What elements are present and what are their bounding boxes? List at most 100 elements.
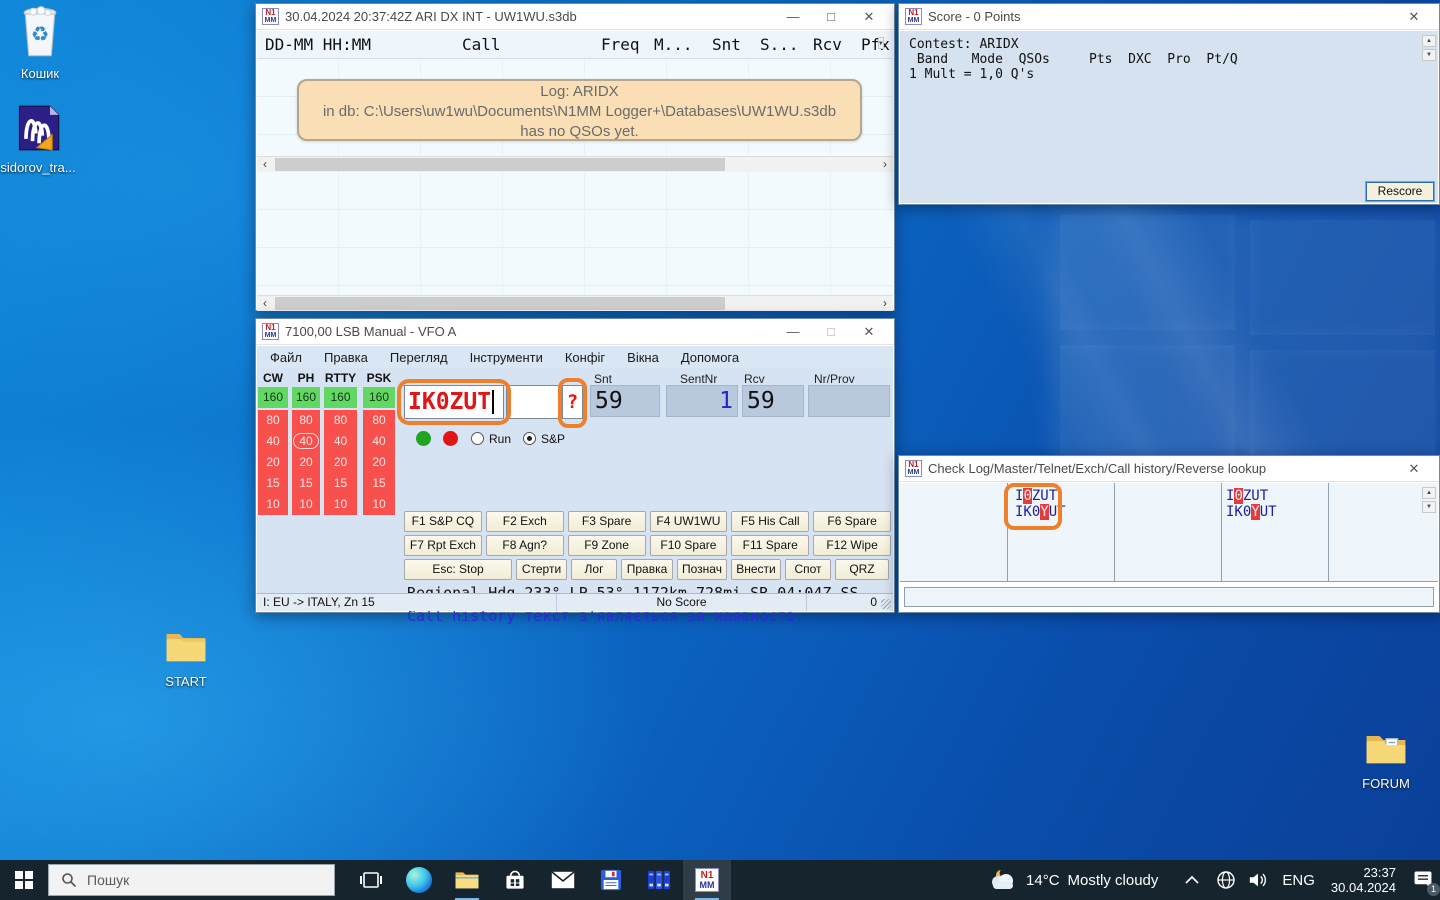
column-header[interactable]: Call [462,35,501,54]
desktop-icon-forum-folder[interactable]: FORUM [1348,730,1424,791]
save-app-button[interactable] [587,860,635,900]
scroll-down-icon[interactable]: ▼ [1422,501,1436,513]
notification-center-button[interactable]: 1 [1406,860,1440,900]
f12-button[interactable]: F12 Wipe [813,535,891,556]
sp-radio[interactable] [523,432,536,445]
f5-button[interactable]: F5 His Call [731,511,809,532]
f8-button[interactable]: F8 Agn? [486,535,564,556]
f2-button[interactable]: F2 Exch [486,511,564,532]
band-button[interactable]: 15 [363,473,395,494]
clock[interactable]: 23:37 30.04.2024 [1331,865,1396,895]
band-button[interactable]: 20 [324,452,357,473]
wipe-button[interactable]: Стерти [516,559,567,580]
file-explorer-button[interactable] [443,860,491,900]
resize-grip[interactable] [881,599,891,609]
close-button[interactable]: ✕ [1395,461,1433,477]
run-radio[interactable] [471,432,484,445]
band-button[interactable]: 80 [324,410,357,431]
nrprov-field[interactable] [808,385,890,417]
horizontal-scrollbar[interactable]: ‹ › [257,295,893,311]
f7-button[interactable]: F7 Rpt Exch [404,535,482,556]
band-button[interactable]: 20 [258,452,288,473]
band-button[interactable]: 10 [258,494,288,515]
scroll-down-icon[interactable]: ▼ [1422,49,1436,61]
callsign-input[interactable]: IK0ZUT [404,385,504,419]
band-button[interactable]: 40 [258,431,288,452]
network-globe-icon[interactable] [1216,870,1236,890]
wildcard-button[interactable]: ? [562,385,583,419]
menu-file[interactable]: Файл [270,350,302,365]
check-call-suggestion[interactable]: I0ZUTIK0YUT [1015,488,1066,520]
desktop-icon-sidorov-file[interactable]: sidorov_tra... [0,104,76,175]
f6-button[interactable]: F6 Spare [813,511,891,532]
search-input[interactable]: Пошук [48,864,335,896]
scrollbar-thumb[interactable] [275,297,725,310]
edge-browser-button[interactable] [395,860,443,900]
band-button-selected[interactable]: 40 [292,431,320,452]
qrz-button[interactable]: QRZ [835,559,889,580]
menu-tools[interactable]: Інструменти [470,350,543,365]
rcv-field[interactable]: 59 [742,385,804,417]
column-header[interactable]: Rcv [813,35,842,54]
sentnr-field[interactable]: 1 [666,385,738,417]
check-call-suggestion[interactable]: I0ZUTIK0YUT [1226,488,1277,520]
rescore-button[interactable]: Rescore [1366,182,1434,201]
check-window-titlebar[interactable]: N1MM Check Log/Master/Telnet/Exch/Call h… [899,456,1439,482]
maximize-button[interactable]: □ [812,324,850,339]
f10-button[interactable]: F10 Spare [650,535,728,556]
n1mm-taskbar-button[interactable]: N1MM [683,860,731,900]
band-button[interactable]: 10 [363,494,395,515]
esc-stop-button[interactable]: Esc: Stop [404,559,512,580]
f9-button[interactable]: F9 Zone [568,535,646,556]
task-view-button[interactable] [347,860,395,900]
close-button[interactable]: ✕ [1395,9,1433,25]
f1-button[interactable]: F1 S&P CQ [404,511,482,532]
band-button[interactable]: 80 [258,410,288,431]
column-header[interactable]: Pfx [861,35,890,54]
band-button[interactable]: 40 [363,431,395,452]
band-button[interactable]: 160 [292,387,320,408]
snt-field[interactable]: 59 [590,385,660,417]
column-header[interactable]: DD-MM HH:MM [265,35,371,54]
f3-button[interactable]: F3 Spare [568,511,646,532]
band-button[interactable]: 15 [292,473,320,494]
edit-button[interactable]: Правка [621,559,673,580]
mark-button[interactable]: Познач [677,559,727,580]
score-scroll-spinner[interactable]: ▲ ▼ [1422,35,1436,61]
scroll-up-icon[interactable]: ▲ [1422,487,1436,499]
store-button[interactable] [491,860,539,900]
band-button[interactable]: 40 [324,431,357,452]
column-header[interactable]: M... [654,35,693,54]
f4-button[interactable]: F4 UW1WU [650,511,728,532]
band-button[interactable]: 160 [258,387,288,408]
check-scroll-spinner[interactable]: ▲ ▼ [1422,487,1436,513]
weather-description[interactable]: Mostly cloudy [1068,872,1159,889]
scroll-right-icon[interactable]: › [877,296,893,311]
start-button[interactable] [0,860,48,900]
volume-icon[interactable] [1248,871,1268,889]
minimize-button[interactable]: — [774,324,812,339]
band-button[interactable]: 10 [324,494,357,515]
sp-radio-label[interactable]: S&P [541,432,565,446]
band-button[interactable]: 160 [363,387,395,408]
entry-window-titlebar[interactable]: N1MM 7100,00 LSB Manual - VFO A — □ ✕ [256,319,894,345]
band-button[interactable]: 15 [258,473,288,494]
scroll-right-icon[interactable]: › [877,157,893,172]
exchange-input[interactable] [506,385,561,419]
band-button[interactable]: 20 [363,452,395,473]
language-indicator[interactable]: ENG [1282,872,1315,889]
desktop-icon-recycle-bin[interactable]: ♻ Кошик [2,6,78,81]
maximize-button[interactable]: □ [812,9,850,24]
band-button[interactable]: 80 [363,410,395,431]
band-button[interactable]: 20 [292,452,320,473]
close-button[interactable]: ✕ [850,9,888,25]
column-header[interactable]: Freq [601,35,640,54]
band-button[interactable]: 10 [292,494,320,515]
scroll-up-icon[interactable]: ▲ [1422,35,1436,47]
menu-config[interactable]: Конфіг [565,350,605,365]
column-header[interactable]: Snt [712,35,741,54]
spot-button[interactable]: Спот [785,559,831,580]
minimize-button[interactable]: — [774,9,812,24]
weather-temperature[interactable]: 14°C [1026,872,1060,889]
scroll-left-icon[interactable]: ‹ [257,157,273,172]
